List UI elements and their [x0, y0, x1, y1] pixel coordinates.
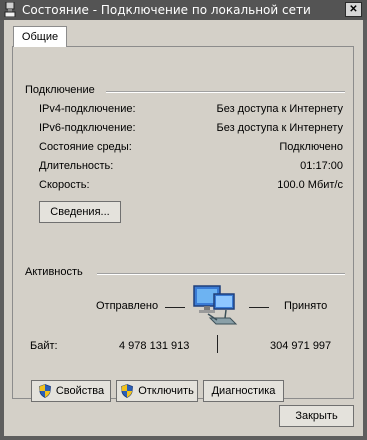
disable-button[interactable]: Отключить	[116, 380, 198, 402]
properties-button[interactable]: Свойства	[31, 380, 111, 402]
close-button[interactable]: Закрыть	[279, 405, 354, 427]
ipv6-value: Без доступа к Интернету	[216, 122, 343, 134]
tab-panel-general: Подключение IPv4-подключение: Без доступ…	[12, 46, 354, 402]
bytes-received-value: 304 971 997	[270, 340, 332, 352]
details-button[interactable]: Сведения...	[39, 201, 121, 223]
bytes-sent-value: 4 978 131 913	[119, 340, 190, 352]
media-state-value: Подключено	[279, 141, 343, 153]
bytes-label: Байт:	[30, 340, 58, 352]
ipv4-value: Без доступа к Интернету	[216, 103, 343, 115]
window-title: Состояние - Подключение по локальной сет…	[22, 3, 311, 17]
properties-button-label: Свойства	[55, 385, 105, 397]
dialog-window: Состояние - Подключение по локальной сет…	[0, 0, 367, 440]
uac-shield-icon	[121, 384, 134, 398]
connection-group-label: Подключение	[25, 84, 95, 96]
bytes-separator-line	[217, 335, 218, 353]
title-bar[interactable]: Состояние - Подключение по локальной сет…	[0, 0, 367, 20]
dialog-client-area: Общие Подключение IPv4-подключение: Без …	[4, 20, 363, 436]
sent-label: Отправлено	[96, 300, 159, 312]
duration-value: 01:17:00	[300, 160, 343, 172]
disable-button-label: Отключить	[138, 385, 194, 397]
activity-group-divider	[97, 273, 345, 275]
diagnose-button[interactable]: Диагностика	[203, 380, 284, 402]
speed-value: 100.0 Мбит/с	[277, 179, 343, 191]
close-icon: ✕	[349, 4, 358, 15]
duration-label: Длительность:	[39, 160, 114, 172]
network-activity-icon	[193, 285, 238, 325]
close-window-button[interactable]: ✕	[345, 2, 362, 17]
uac-shield-icon	[38, 384, 51, 398]
received-label: Принято	[284, 300, 328, 312]
ipv4-label: IPv4-подключение:	[39, 103, 136, 115]
media-state-label: Состояние среды:	[39, 141, 132, 153]
activity-group-label: Активность	[25, 266, 83, 278]
sent-connector-line	[165, 307, 185, 308]
speed-label: Скорость:	[39, 179, 90, 191]
ipv6-label: IPv6-подключение:	[39, 122, 136, 134]
network-adapter-icon	[4, 2, 16, 17]
received-connector-line	[249, 307, 269, 308]
connection-group-divider	[106, 91, 345, 93]
tab-general[interactable]: Общие	[13, 26, 67, 47]
